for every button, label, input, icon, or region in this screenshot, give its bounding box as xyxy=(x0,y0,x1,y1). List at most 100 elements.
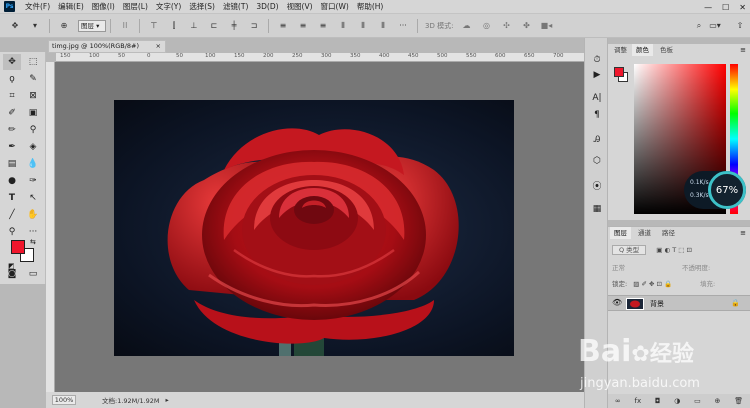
align-hcenter-icon[interactable]: ╪ xyxy=(227,18,241,34)
glyphs-panel-icon[interactable]: Ꭿ xyxy=(590,133,604,147)
roll-3d-icon[interactable]: ◎ xyxy=(479,18,493,34)
minimize-button[interactable]: — xyxy=(704,3,712,12)
auto-select-icon[interactable]: ⊕ xyxy=(57,18,71,34)
align-vcenter-icon[interactable]: ⫿ xyxy=(167,18,181,34)
blur-tool-icon[interactable]: 💧 xyxy=(24,156,42,172)
eyedropper-tool-icon[interactable]: ✐ xyxy=(3,105,21,121)
slide-3d-icon[interactable]: ✤ xyxy=(519,18,533,34)
menu-file[interactable]: 文件(F) xyxy=(21,0,54,14)
gradient-tool-icon[interactable]: ▤ xyxy=(3,156,21,172)
orbit-3d-icon[interactable]: ☁ xyxy=(459,18,473,34)
document-image-rose[interactable] xyxy=(114,100,514,356)
blend-row: 正常 不透明度: xyxy=(612,262,746,274)
path-selection-tool-icon[interactable]: ↖ xyxy=(24,190,42,206)
align-bottom-icon[interactable]: ⊥ xyxy=(187,18,201,34)
shape-tool-icon[interactable]: ╱ xyxy=(3,207,21,223)
tool-preset-chevron-icon[interactable]: ▾ xyxy=(28,18,42,34)
healing-brush-tool-icon[interactable]: ▣ xyxy=(24,105,42,121)
move-tool-icon[interactable]: ✥ xyxy=(8,18,22,34)
filter-icons[interactable]: ▣ ◐ T ⬚ ⊡ xyxy=(656,246,692,254)
align-right-icon[interactable]: ⊐ xyxy=(247,18,261,34)
ruler-vertical[interactable] xyxy=(46,62,55,392)
character-panel-icon[interactable]: A| xyxy=(590,91,604,105)
pan-3d-icon[interactable]: ✣ xyxy=(499,18,513,34)
layer-visibility-eye-icon[interactable]: 👁 xyxy=(612,298,622,307)
ruler-tick-label: 400 xyxy=(379,53,390,59)
menu-edit[interactable]: 编辑(E) xyxy=(54,0,88,14)
crop-tool-icon[interactable]: ⌗ xyxy=(3,88,21,104)
history-brush-tool-icon[interactable]: ✒ xyxy=(3,139,21,155)
eraser-tool-icon[interactable]: ◈ xyxy=(24,139,42,155)
search-icon[interactable]: ⌕ xyxy=(692,18,706,34)
panel-menu-icon[interactable]: ≡ xyxy=(740,46,746,54)
pen-tool-icon[interactable]: ✑ xyxy=(24,173,42,189)
close-window-button[interactable]: ✕ xyxy=(739,3,746,12)
properties-panel-icon[interactable]: ⦿ xyxy=(590,178,604,192)
status-menu-icon[interactable]: ▸ xyxy=(166,396,169,404)
frame-tool-icon[interactable]: ⊠ xyxy=(24,88,42,104)
tab-color[interactable]: 颜色 xyxy=(632,44,653,56)
3d-panel-icon[interactable]: ⬡ xyxy=(590,154,604,168)
actions-panel-icon[interactable]: ▶ xyxy=(590,68,604,82)
watermark-brand-cn: 经验 xyxy=(649,342,694,367)
tab-layers[interactable]: 图层 xyxy=(610,227,631,239)
move-tool-icon[interactable]: ✥ xyxy=(3,54,21,70)
menu-select[interactable]: 选择(S) xyxy=(185,0,219,14)
tab-channels[interactable]: 通道 xyxy=(634,227,655,239)
align-top-icon[interactable]: ⊤ xyxy=(147,18,161,34)
menu-type[interactable]: 文字(Y) xyxy=(152,0,185,14)
tab-swatches[interactable]: 色板 xyxy=(656,44,677,56)
paragraph-panel-icon[interactable]: ¶ xyxy=(590,108,604,122)
maximize-button[interactable]: ☐ xyxy=(722,3,729,12)
workspace-icon[interactable]: ▭▾ xyxy=(708,18,722,34)
tab-adjustments[interactable]: 调整 xyxy=(610,44,631,56)
menu-layer[interactable]: 图层(L) xyxy=(119,0,152,14)
libraries-panel-icon[interactable]: ▦ xyxy=(590,202,604,216)
quick-select-tool-icon[interactable]: ✎ xyxy=(24,71,42,87)
distribute-right-icon[interactable]: ⦀ xyxy=(376,18,390,34)
auto-select-dropdown[interactable]: 图层 ▾ xyxy=(78,19,106,32)
network-monitor-widget: 0.1K/s 0.3K/s 67% xyxy=(684,171,746,209)
screen-mode-icon[interactable]: ▭ xyxy=(24,266,42,282)
foreground-color-swatch[interactable] xyxy=(11,240,25,254)
menu-view[interactable]: 视图(V) xyxy=(283,0,317,14)
zoom-level-field[interactable]: 100% xyxy=(52,395,76,405)
marquee-tool-icon[interactable]: ⬚ xyxy=(24,54,42,70)
layer-row-background[interactable]: 👁 背景 🔒 xyxy=(608,295,750,311)
memory-usage-gauge: 67% xyxy=(708,171,746,209)
history-panel-icon[interactable]: ⏱ xyxy=(590,53,604,67)
share-icon[interactable]: ⇧ xyxy=(733,18,747,34)
distribute-left-icon[interactable]: ⦀ xyxy=(336,18,350,34)
menu-filter[interactable]: 滤镜(T) xyxy=(219,0,252,14)
menu-help[interactable]: 帮助(H) xyxy=(353,0,388,14)
quick-mask-icon[interactable]: ◙ xyxy=(3,266,21,282)
swap-colors-icon[interactable]: ⇆ xyxy=(30,238,36,246)
align-left-icon[interactable]: ⊏ xyxy=(207,18,221,34)
brush-tool-icon[interactable]: ✏ xyxy=(3,122,21,138)
clone-stamp-tool-icon[interactable]: ⚲ xyxy=(24,122,42,138)
zoom-tool-icon[interactable]: ⚲ xyxy=(3,224,21,240)
more-options-icon[interactable]: ··· xyxy=(396,18,410,34)
layer-filter-dropdown[interactable]: Q 类型 xyxy=(612,245,647,255)
transform-controls-icon[interactable]: ⁝⁝ xyxy=(118,18,132,34)
distribute-bottom-icon[interactable]: ≡ xyxy=(316,18,330,34)
ruler-horizontal[interactable]: 150 100 50 0 50 100 150 200 250 300 350 400 450 500 55… xyxy=(56,53,584,62)
tab-paths[interactable]: 路径 xyxy=(658,227,679,239)
menu-window[interactable]: 窗口(W) xyxy=(317,0,353,14)
hand-tool-icon[interactable]: ✋ xyxy=(24,207,42,223)
lock-icons[interactable]: ▨ ✐ ✥ ⊡ 🔒 xyxy=(633,280,672,288)
blend-mode-dropdown[interactable]: 正常 xyxy=(612,264,625,272)
type-tool-icon[interactable]: T xyxy=(3,190,21,206)
panel-menu-icon[interactable]: ≡ xyxy=(740,229,746,237)
dodge-tool-icon[interactable]: ● xyxy=(3,173,21,189)
menu-image[interactable]: 图像(I) xyxy=(88,0,119,14)
close-tab-icon[interactable]: × xyxy=(156,41,161,52)
distribute-top-icon[interactable]: ≡ xyxy=(276,18,290,34)
distribute-vcenter-icon[interactable]: ≡ xyxy=(296,18,310,34)
document-tab[interactable]: timg.jpg @ 100%(RGB/8#) × xyxy=(48,40,166,53)
menu-3d[interactable]: 3D(D) xyxy=(252,0,282,14)
lasso-tool-icon[interactable]: ϙ xyxy=(3,71,21,87)
distribute-hcenter-icon[interactable]: ⦀ xyxy=(356,18,370,34)
panel-foreground-swatch[interactable] xyxy=(614,67,624,77)
scale-3d-icon[interactable]: ■◂ xyxy=(539,18,553,34)
